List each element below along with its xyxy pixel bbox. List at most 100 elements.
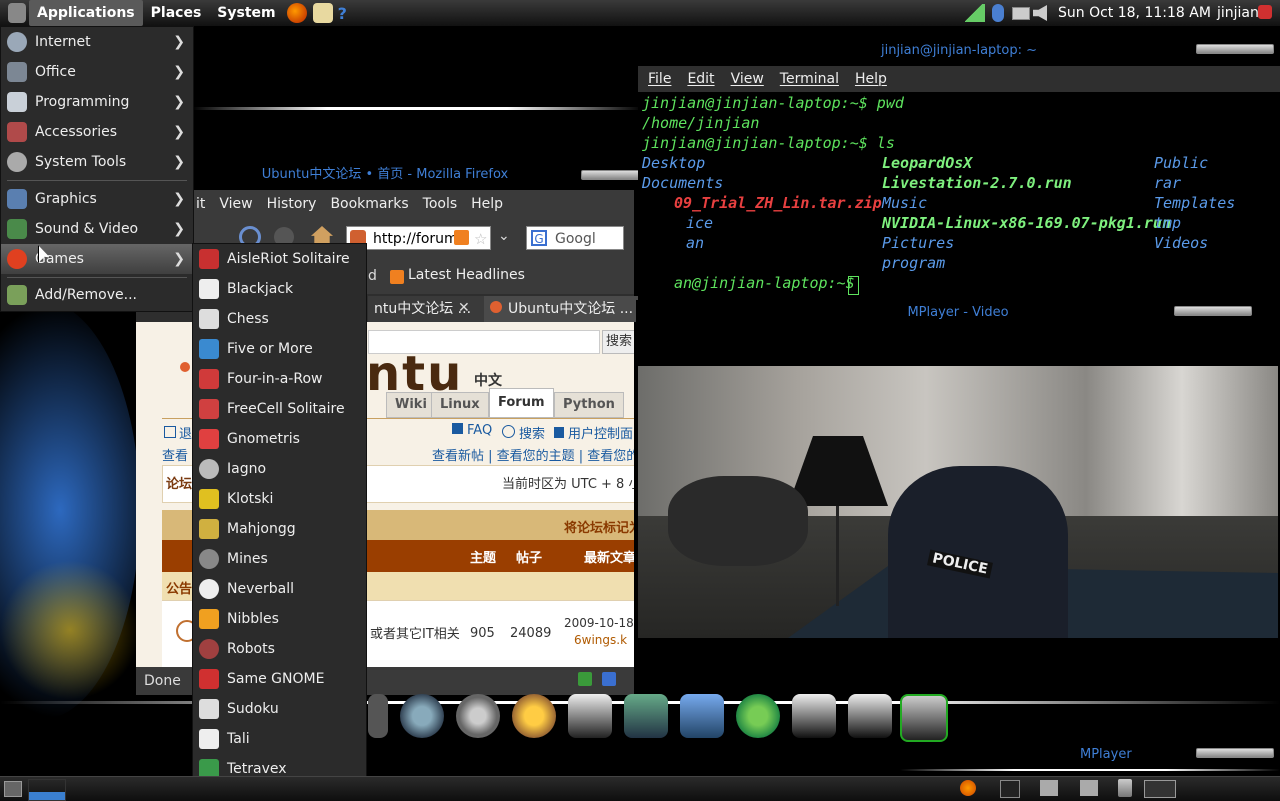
taskbar-firefox-icon[interactable] — [960, 780, 976, 796]
game-gnometris[interactable]: Gnometris — [193, 424, 366, 454]
mplayer-dock-icon[interactable] — [900, 694, 948, 742]
clock[interactable]: Sun Oct 18, 11:18 AM — [1058, 0, 1211, 26]
search-link[interactable]: 搜索 — [502, 423, 545, 442]
game-sudoku[interactable]: Sudoku — [193, 694, 366, 724]
menu-edit[interactable]: it — [196, 196, 205, 212]
tab-close-icon[interactable]: ✕ — [458, 300, 470, 316]
game-five-or-more[interactable]: Five or More — [193, 334, 366, 364]
user-control-panel-link[interactable]: 用户控制面 — [554, 423, 633, 442]
ls-entry: ice — [686, 214, 714, 232]
game-tali[interactable]: Tali — [193, 724, 366, 754]
forum-search-button[interactable]: 搜索 — [602, 330, 634, 354]
mark-read-link[interactable]: 将论坛标记为 — [564, 517, 634, 536]
messenger-icon[interactable] — [736, 694, 780, 738]
game-chess[interactable]: Chess — [193, 304, 366, 334]
terminal-output[interactable]: jinjian@jinjian-laptop:~$ pwd /home/jinj… — [638, 92, 1280, 300]
wifi-icon[interactable] — [965, 4, 985, 22]
safari-icon[interactable] — [400, 694, 444, 738]
menu-graphics[interactable]: Graphics ❯ — [1, 184, 193, 214]
movie-clapper-icon[interactable] — [848, 694, 868, 738]
mplayer-window-controls[interactable] — [1174, 306, 1252, 316]
menu-tools[interactable]: Tools — [423, 196, 458, 212]
mail-launcher-icon[interactable] — [312, 3, 333, 23]
music-icon[interactable] — [512, 694, 556, 738]
battery-icon[interactable] — [1012, 7, 1030, 20]
menu-sound-video[interactable]: Sound & Video ❯ — [1, 214, 193, 244]
user-switcher[interactable]: jinjian — [1217, 0, 1259, 26]
latest-headlines-bookmark[interactable]: Latest Headlines — [408, 267, 525, 283]
help-launcher-icon[interactable]: ? — [338, 4, 347, 23]
game-aisleriot[interactable]: AisleRiot Solitaire — [193, 244, 366, 274]
star-bookmark-icon[interactable]: ☆ — [474, 230, 487, 248]
menu-office[interactable]: Office ❯ — [1, 57, 193, 87]
url-bar[interactable]: http://forum — [346, 226, 491, 250]
shutdown-icon[interactable] — [1258, 5, 1272, 19]
gear-icon[interactable] — [456, 694, 500, 738]
menu-system-tools[interactable]: System Tools ❯ — [1, 147, 193, 177]
places-menu[interactable]: Places — [143, 0, 210, 26]
nav-tab-python[interactable]: Python — [554, 392, 624, 418]
workspace-switcher[interactable] — [1144, 780, 1176, 798]
faq-link[interactable]: FAQ — [452, 423, 492, 438]
google-engine-icon[interactable]: G — [531, 230, 547, 246]
nav-tab-linux[interactable]: Linux — [431, 392, 489, 418]
game-mahjongg[interactable]: Mahjongg — [193, 514, 366, 544]
nav-tab-forum[interactable]: Forum — [489, 388, 554, 418]
menu-bookmarks[interactable]: Bookmarks — [330, 196, 408, 212]
system-menu[interactable]: System — [209, 0, 283, 26]
menu-accessories[interactable]: Accessories ❯ — [1, 117, 193, 147]
term-menu-help[interactable]: Help — [855, 71, 887, 87]
applications-menu[interactable]: Applications — [29, 0, 143, 26]
nav-tab-wiki[interactable]: Wiki — [386, 392, 436, 418]
game-blackjack[interactable]: Blackjack — [193, 274, 366, 304]
volume-icon[interactable] — [1033, 5, 1047, 21]
bluetooth-icon[interactable] — [992, 4, 1004, 22]
taskbar-mplayer-icon-2[interactable] — [1080, 780, 1098, 796]
tux-icon[interactable] — [792, 694, 836, 738]
menu-internet[interactable]: Internet ❯ — [1, 27, 193, 57]
menu-games[interactable]: Games ❯ — [1, 244, 193, 274]
game-nibbles[interactable]: Nibbles — [193, 604, 366, 634]
game-same-gnome[interactable]: Same GNOME — [193, 664, 366, 694]
view-link[interactable]: 查看 — [162, 445, 188, 464]
bookmark-item[interactable]: d — [368, 268, 377, 284]
file-manager-icon[interactable] — [680, 694, 724, 738]
menu-history[interactable]: History — [267, 196, 317, 212]
logout-link[interactable]: 退 — [164, 423, 192, 442]
term-menu-edit[interactable]: Edit — [687, 71, 714, 87]
menu-view[interactable]: View — [219, 196, 252, 212]
firefox-launcher-icon[interactable] — [286, 3, 307, 23]
game-mines[interactable]: Mines — [193, 544, 366, 574]
status-text: Done — [144, 673, 181, 689]
terminal-window-controls[interactable] — [1196, 44, 1274, 54]
game-neverball[interactable]: Neverball — [193, 574, 366, 604]
term-menu-file[interactable]: File — [648, 71, 671, 87]
show-desktop-icon[interactable] — [4, 781, 22, 797]
system-monitor-applet[interactable] — [28, 779, 66, 801]
term-menu-view[interactable]: View — [731, 71, 764, 87]
game-klotski[interactable]: Klotski — [193, 484, 366, 514]
menu-add-remove[interactable]: Add/Remove... — [1, 280, 193, 310]
system-monitor-icon[interactable] — [624, 694, 668, 738]
chevron-right-icon: ❯ — [173, 64, 185, 80]
forum-row-author[interactable]: 6wings.k — [574, 633, 627, 647]
tab-1[interactable]: ntu中文论坛 ... — [368, 296, 490, 322]
trash-icon[interactable] — [1118, 779, 1132, 797]
tux-writer-icon[interactable] — [568, 694, 612, 738]
game-four-in-a-row[interactable]: Four-in-a-Row — [193, 364, 366, 394]
menu-programming[interactable]: Programming ❯ — [1, 87, 193, 117]
mplayer-control-window-controls[interactable] — [1196, 748, 1274, 758]
url-dropdown-icon[interactable]: ⌄ — [498, 228, 510, 244]
rss-icon[interactable] — [454, 230, 469, 245]
term-menu-terminal[interactable]: Terminal — [780, 71, 839, 87]
quick-links[interactable]: 查看新帖 | 查看您的主题 | 查看您的帖 — [432, 445, 634, 464]
tab-2[interactable]: Ubuntu中文论坛 ... — [484, 296, 646, 322]
taskbar-mplayer-icon[interactable] — [1040, 780, 1058, 796]
dock-item[interactable] — [368, 694, 388, 738]
menu-help[interactable]: Help — [471, 196, 503, 212]
game-robots[interactable]: Robots — [193, 634, 366, 664]
game-iagno[interactable]: Iagno — [193, 454, 366, 484]
taskbar-terminal-icon[interactable] — [1000, 780, 1020, 798]
video-frame[interactable]: POLICE — [638, 366, 1278, 638]
game-freecell[interactable]: FreeCell Solitaire — [193, 394, 366, 424]
